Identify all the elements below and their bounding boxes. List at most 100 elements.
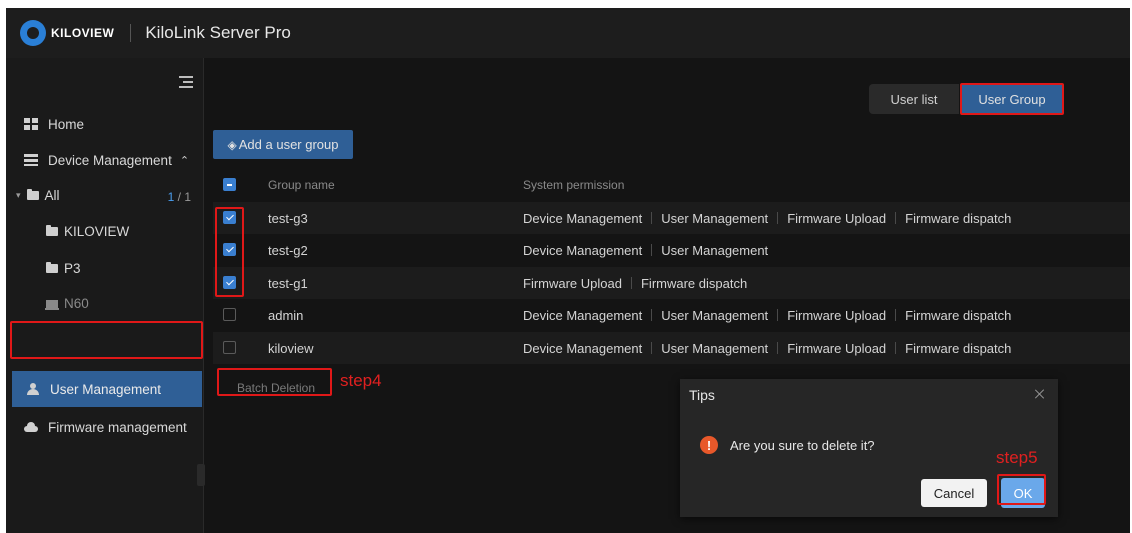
device-icon — [45, 299, 59, 310]
permission-tag: User Management — [661, 340, 769, 356]
sidebar-item-label: Device Management — [48, 152, 172, 168]
row-checkbox[interactable] — [223, 243, 236, 256]
header-group-name: Group name — [268, 178, 335, 192]
row-checkbox[interactable] — [223, 276, 236, 289]
tree-node-all[interactable]: ▾ All — [16, 188, 60, 203]
sidebar: Home Device Management ⌃ ▾ All 1 / 1 KIL… — [6, 58, 204, 533]
permission-tag: Device Management — [523, 242, 643, 258]
permission-cell: Device Management User Management Firmware… — [523, 341, 1011, 356]
folder-icon — [46, 262, 58, 273]
permission-separator — [895, 211, 897, 224]
permission-separator — [895, 341, 897, 354]
permission-tag: Device Management — [523, 340, 643, 356]
permission-tag: Firmware Upload — [523, 275, 622, 291]
row-checkbox[interactable] — [223, 308, 236, 321]
group-name-cell: kiloview — [268, 340, 314, 356]
permission-tag: Firmware Upload — [787, 210, 887, 226]
permission-tag: Firmware dispatch — [640, 275, 748, 291]
permission-separator — [777, 211, 779, 224]
tree-count-current: 1 — [167, 190, 175, 204]
group-name-cell: test-g2 — [268, 242, 308, 258]
permission-tag: Device Management — [523, 307, 643, 323]
permission-separator — [651, 211, 653, 224]
row-checkbox[interactable] — [223, 341, 236, 354]
permission-separator — [777, 308, 779, 321]
tab-user-group[interactable]: User Group — [962, 84, 1062, 114]
warning-icon: ! — [700, 436, 718, 454]
permission-cell: Device Management User Management Firmware… — [523, 308, 1011, 323]
add-user-group-button[interactable]: ◈ Add a user group — [213, 130, 353, 159]
group-name-cell: test-g1 — [268, 275, 308, 291]
permission-tag: Firmware dispatch — [905, 210, 1012, 226]
table-row[interactable]: test-g1 Firmware Upload Firmware dispatch — [213, 267, 1130, 299]
tree-node-n60[interactable]: N60 — [45, 296, 89, 311]
permission-tag: Firmware dispatch — [905, 340, 1012, 356]
home-icon — [24, 118, 38, 130]
header-system-permission: System permission — [523, 178, 625, 192]
dialog-message: Are you sure to delete it? — [730, 438, 875, 453]
cloud-upload-icon — [24, 422, 38, 432]
cancel-button[interactable]: Cancel — [921, 479, 987, 507]
permission-cell: Firmware Upload Firmware dispatch — [523, 276, 747, 291]
permission-separator — [651, 341, 653, 354]
tree-node-kiloview[interactable]: KILOVIEW — [46, 224, 129, 239]
sidebar-item-device-management[interactable]: Device Management ⌃ — [6, 144, 204, 176]
chevron-up-icon: ⌃ — [179, 154, 190, 167]
caret-down-icon: ▾ — [16, 190, 21, 200]
app-window: KILOVIEW KiloLink Server Pro Home Device… — [6, 8, 1130, 533]
tree-count: 1 / 1 — [168, 190, 191, 204]
dialog-title: Tips — [689, 387, 715, 403]
sidebar-collapse-handle[interactable] — [197, 464, 205, 486]
layers-icon: ◈ — [227, 137, 237, 152]
tree-count-total: / 1 — [177, 190, 191, 204]
title-divider — [130, 24, 132, 42]
permission-tag: Firmware Upload — [787, 307, 887, 323]
folder-icon — [46, 225, 58, 236]
permission-separator — [651, 308, 653, 321]
table-row[interactable]: kiloview Device Management User Management… — [213, 332, 1130, 364]
server-icon — [24, 154, 38, 166]
top-bar: KILOVIEW KiloLink Server Pro — [6, 8, 1130, 58]
tree-node-label: KILOVIEW — [64, 224, 130, 239]
permission-separator — [651, 243, 653, 256]
tree-node-label: P3 — [64, 261, 81, 276]
tree-node-p3[interactable]: P3 — [46, 261, 81, 276]
app-title: KiloLink Server Pro — [145, 23, 291, 42]
permission-tag: User Management — [661, 210, 769, 226]
tree-node-label: All — [44, 188, 60, 203]
collapse-menu-icon[interactable] — [179, 76, 193, 88]
brand-name: KILOVIEW — [51, 26, 115, 40]
kiloview-logo-icon — [20, 20, 46, 46]
sidebar-item-firmware[interactable]: Firmware management — [6, 411, 204, 443]
permission-tag: Device Management — [523, 210, 643, 226]
permission-cell: Device Management User Management Firmware… — [523, 211, 1011, 226]
tab-user-list[interactable]: User list — [869, 84, 959, 114]
button-label: Add a user group — [238, 137, 339, 152]
batch-deletion-button[interactable]: Batch Deletion — [221, 373, 331, 403]
step4-label: step4 — [340, 371, 382, 390]
tree-node-label: N60 — [64, 296, 89, 311]
group-name-cell: admin — [268, 307, 304, 323]
sidebar-item-label: Home — [48, 116, 85, 132]
permission-tag: Firmware Upload — [787, 340, 887, 356]
permission-tag: User Management — [661, 242, 769, 258]
permission-tag: Firmware dispatch — [905, 307, 1012, 323]
ok-button[interactable]: OK — [1001, 478, 1045, 508]
permission-separator — [777, 341, 779, 354]
permission-tag: User Management — [661, 307, 769, 323]
folder-icon — [26, 189, 39, 200]
group-name-cell: test-g3 — [268, 210, 308, 226]
table-row[interactable]: admin Device Management User Management Fir… — [213, 299, 1130, 331]
table-header: Group name System permission — [213, 171, 1130, 199]
table-row[interactable]: test-g2 Device Management User Management — [213, 234, 1130, 266]
sidebar-item-home[interactable]: Home — [6, 108, 204, 140]
select-all-checkbox[interactable] — [223, 178, 236, 191]
brand-logo: KILOVIEW — [20, 20, 114, 46]
step5-label: step5 — [996, 448, 1038, 467]
sidebar-item-firmware-management[interactable] — [6, 361, 204, 393]
table-row[interactable]: test-g3 Device Management User Management F… — [213, 202, 1130, 234]
row-checkbox[interactable] — [223, 211, 236, 224]
sidebar-item-label: Firmware management — [48, 419, 187, 435]
close-icon[interactable] — [1034, 388, 1046, 400]
permission-cell: Device Management User Management — [523, 243, 768, 258]
